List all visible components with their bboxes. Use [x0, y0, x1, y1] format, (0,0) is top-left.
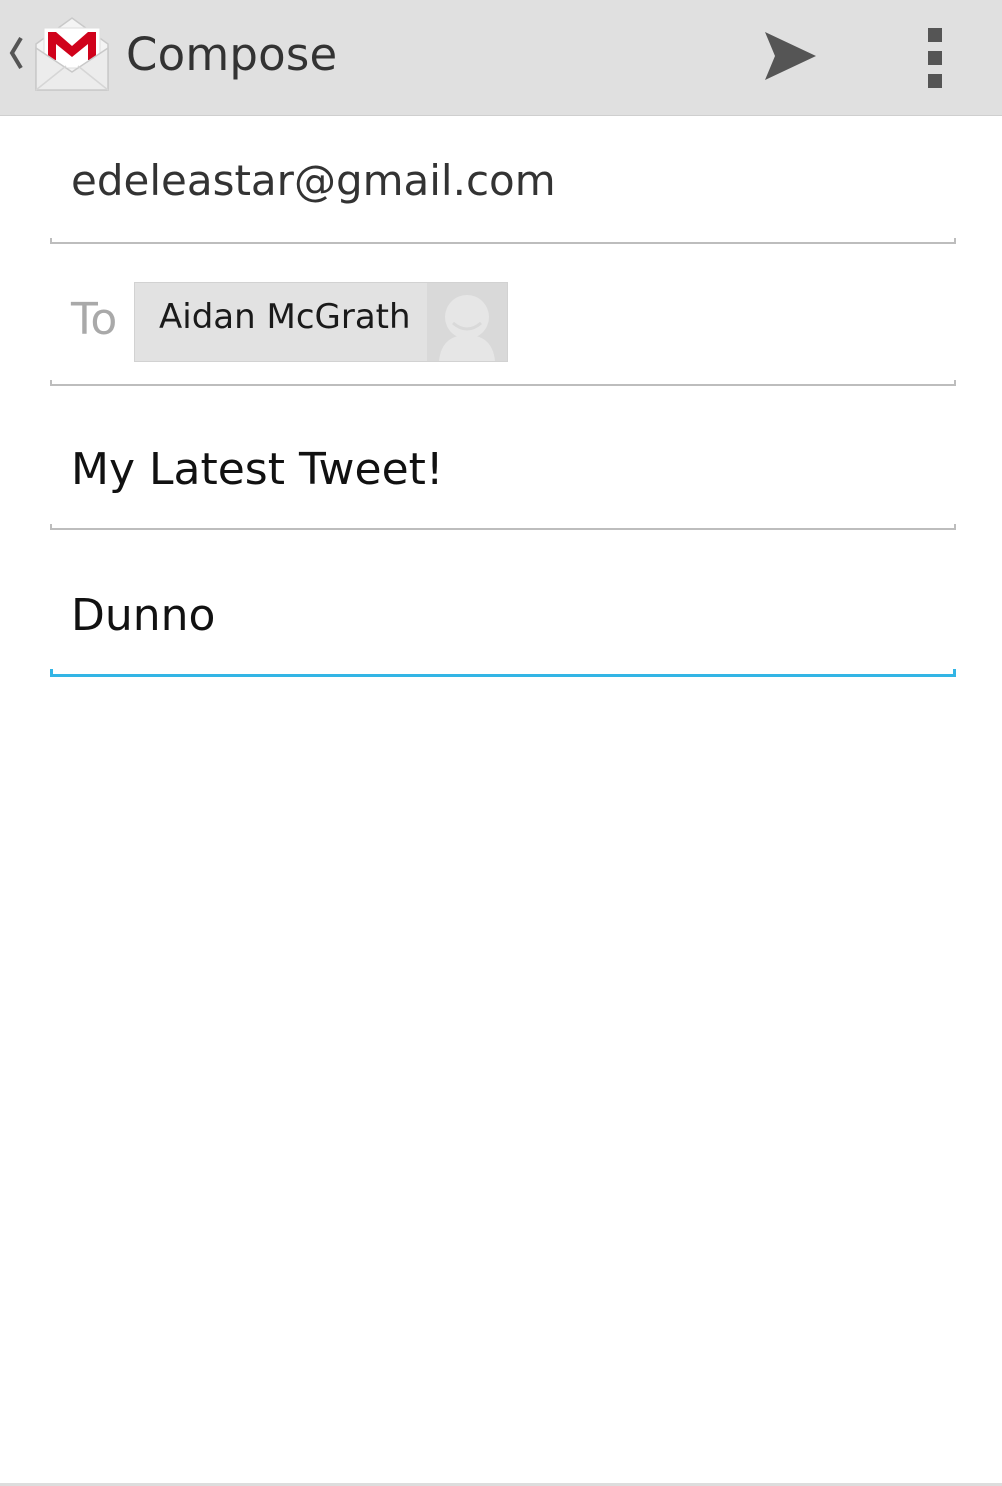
from-value: edeleastar@gmail.com	[71, 156, 556, 205]
body-value: Dunno	[71, 590, 216, 641]
from-underline	[50, 238, 956, 244]
subject-underline	[50, 524, 956, 530]
gmail-icon	[35, 17, 109, 91]
body-field[interactable]: Dunno	[50, 564, 956, 677]
contact-placeholder-icon	[427, 283, 507, 361]
to-label: To	[71, 294, 118, 345]
from-field[interactable]: edeleastar@gmail.com	[50, 140, 956, 244]
to-field[interactable]: To Aidan McGrath	[50, 270, 956, 386]
action-bar: Compose	[0, 0, 1002, 116]
chevron-left-icon	[9, 36, 23, 70]
to-underline	[50, 380, 956, 386]
compose-screen: Compose edeleastar@gmail.com To Aidan Mc…	[0, 0, 1002, 1486]
recipient-chip[interactable]: Aidan McGrath	[134, 282, 508, 362]
overflow-menu-button[interactable]	[900, 8, 972, 108]
recipient-name: Aidan McGrath	[159, 297, 411, 337]
subject-value: My Latest Tweet!	[71, 444, 444, 495]
page-title: Compose	[126, 28, 338, 81]
up-navigation-button[interactable]	[0, 0, 112, 116]
subject-field[interactable]: My Latest Tweet!	[50, 420, 956, 530]
overflow-menu-icon	[928, 28, 942, 88]
body-underline-focused	[50, 669, 956, 677]
send-icon	[765, 32, 816, 80]
send-button[interactable]	[740, 8, 840, 108]
